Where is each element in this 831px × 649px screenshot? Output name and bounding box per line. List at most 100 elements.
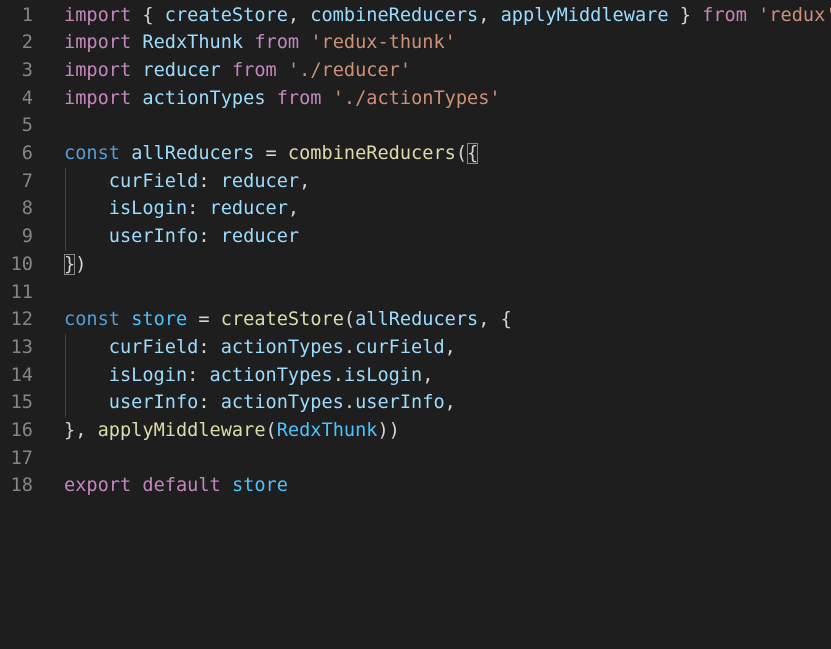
code-line[interactable]: 17 (0, 445, 831, 473)
code-token: : (187, 364, 210, 386)
code-token: : (198, 170, 221, 192)
code-token: default (142, 475, 221, 497)
indent-guide (65, 167, 66, 251)
code-text: const store = createStore(allReducers, { (64, 306, 512, 334)
code-token: userInfo (355, 392, 445, 414)
code-line[interactable]: 7 curField: reducer, (0, 168, 831, 196)
code-token: , (299, 170, 311, 192)
code-token: userInfo (108, 226, 199, 248)
code-token: applyMiddleware (97, 420, 266, 441)
line-number: 16 (10, 420, 33, 441)
code-line[interactable]: 10}) (0, 251, 831, 279)
code-token: const (64, 143, 120, 164)
code-token: . (343, 336, 356, 358)
code-token: userInfo (108, 392, 199, 414)
code-token: , { (478, 309, 512, 331)
code-text: import actionTypes from './actionTypes' (64, 85, 501, 113)
code-token: export (64, 475, 132, 497)
code-token: ) (75, 253, 87, 275)
line-number: 2 (21, 32, 33, 54)
code-token: combineReducers (287, 143, 456, 164)
code-token: , (444, 392, 456, 414)
code-line[interactable]: 4 import actionTypes from './actionTypes' (0, 85, 831, 113)
code-token: reducer (220, 170, 300, 192)
line-number: 4 (21, 87, 33, 109)
code-line[interactable]: 2 import RedxThunk from 'redux-thunk' (0, 29, 831, 57)
code-token: allReducers (131, 143, 255, 164)
code-line[interactable]: 12 const store = createStore(allReducers,… (0, 306, 831, 334)
code-token: import (64, 59, 132, 81)
code-token: . (343, 392, 356, 414)
code-token: , (444, 336, 456, 358)
code-token: import (64, 4, 132, 26)
code-editor[interactable]: 1 import { createStore, combineReducers, … (0, 0, 831, 649)
code-token: , (478, 4, 501, 26)
code-token: import (64, 87, 132, 109)
code-line[interactable]: 1 import { createStore, combineReducers, … (0, 2, 831, 30)
line-number: 1 (21, 4, 33, 26)
code-text: import { createStore, combineReducers, a… (64, 2, 831, 30)
code-token: from (254, 32, 300, 54)
code-token: actionTypes (220, 392, 344, 414)
code-token: 'redux-thunk' (310, 32, 456, 54)
code-line[interactable]: 3 import reducer from './reducer' (0, 57, 831, 85)
code-token: applyMiddleware (500, 4, 669, 26)
code-token: reducer (209, 198, 288, 220)
code-line[interactable]: 9 userInfo: reducer (0, 223, 831, 251)
code-token: , (287, 198, 300, 220)
line-number: 11 (10, 281, 33, 303)
code-line[interactable]: 5 (0, 112, 831, 140)
code-line[interactable]: 6 const allReducers = combineReducers({ (0, 140, 831, 168)
code-text: isLogin: reducer, (64, 195, 299, 223)
code-token: from (702, 4, 747, 26)
code-line[interactable]: 11 (0, 279, 831, 307)
code-text: import RedxThunk from 'redux-thunk' (64, 29, 456, 57)
code-token: : (198, 392, 221, 414)
code-token: ( (265, 420, 277, 441)
matched-bracket: } (64, 253, 76, 275)
code-token: )) (377, 420, 400, 441)
indent-guide (65, 333, 66, 417)
code-token: from (231, 59, 277, 81)
code-token: const (64, 309, 120, 331)
line-number: 8 (21, 198, 33, 220)
code-text: }) (64, 251, 86, 279)
code-text: export default store (64, 472, 288, 500)
code-line[interactable]: 15 userInfo: actionTypes.userInfo, (0, 389, 831, 417)
code-token: isLogin (343, 364, 423, 386)
line-number: 7 (21, 170, 33, 192)
matched-bracket: { (467, 143, 479, 164)
code-token: reducer (220, 226, 300, 248)
code-line[interactable]: 13 curField: actionTypes.curField, (0, 334, 831, 362)
line-number: 17 (10, 447, 33, 469)
line-number: 15 (10, 392, 33, 414)
code-line[interactable]: 18 export default store (0, 472, 831, 500)
code-line[interactable]: 16}, applyMiddleware(RedxThunk)) (0, 417, 831, 445)
line-number: 5 (21, 115, 33, 137)
code-token: RedxThunk (276, 420, 378, 441)
code-line[interactable]: 14 isLogin: actionTypes.isLogin, (0, 362, 831, 390)
code-line[interactable]: 8 isLogin: reducer, (0, 195, 831, 223)
code-token: store (231, 475, 288, 497)
code-token: : (187, 198, 210, 220)
code-text: const allReducers = combineReducers({ (64, 140, 479, 168)
code-text: userInfo: actionTypes.userInfo, (64, 389, 456, 417)
code-text: userInfo: reducer (64, 223, 299, 251)
code-token: RedxThunk (142, 32, 244, 54)
